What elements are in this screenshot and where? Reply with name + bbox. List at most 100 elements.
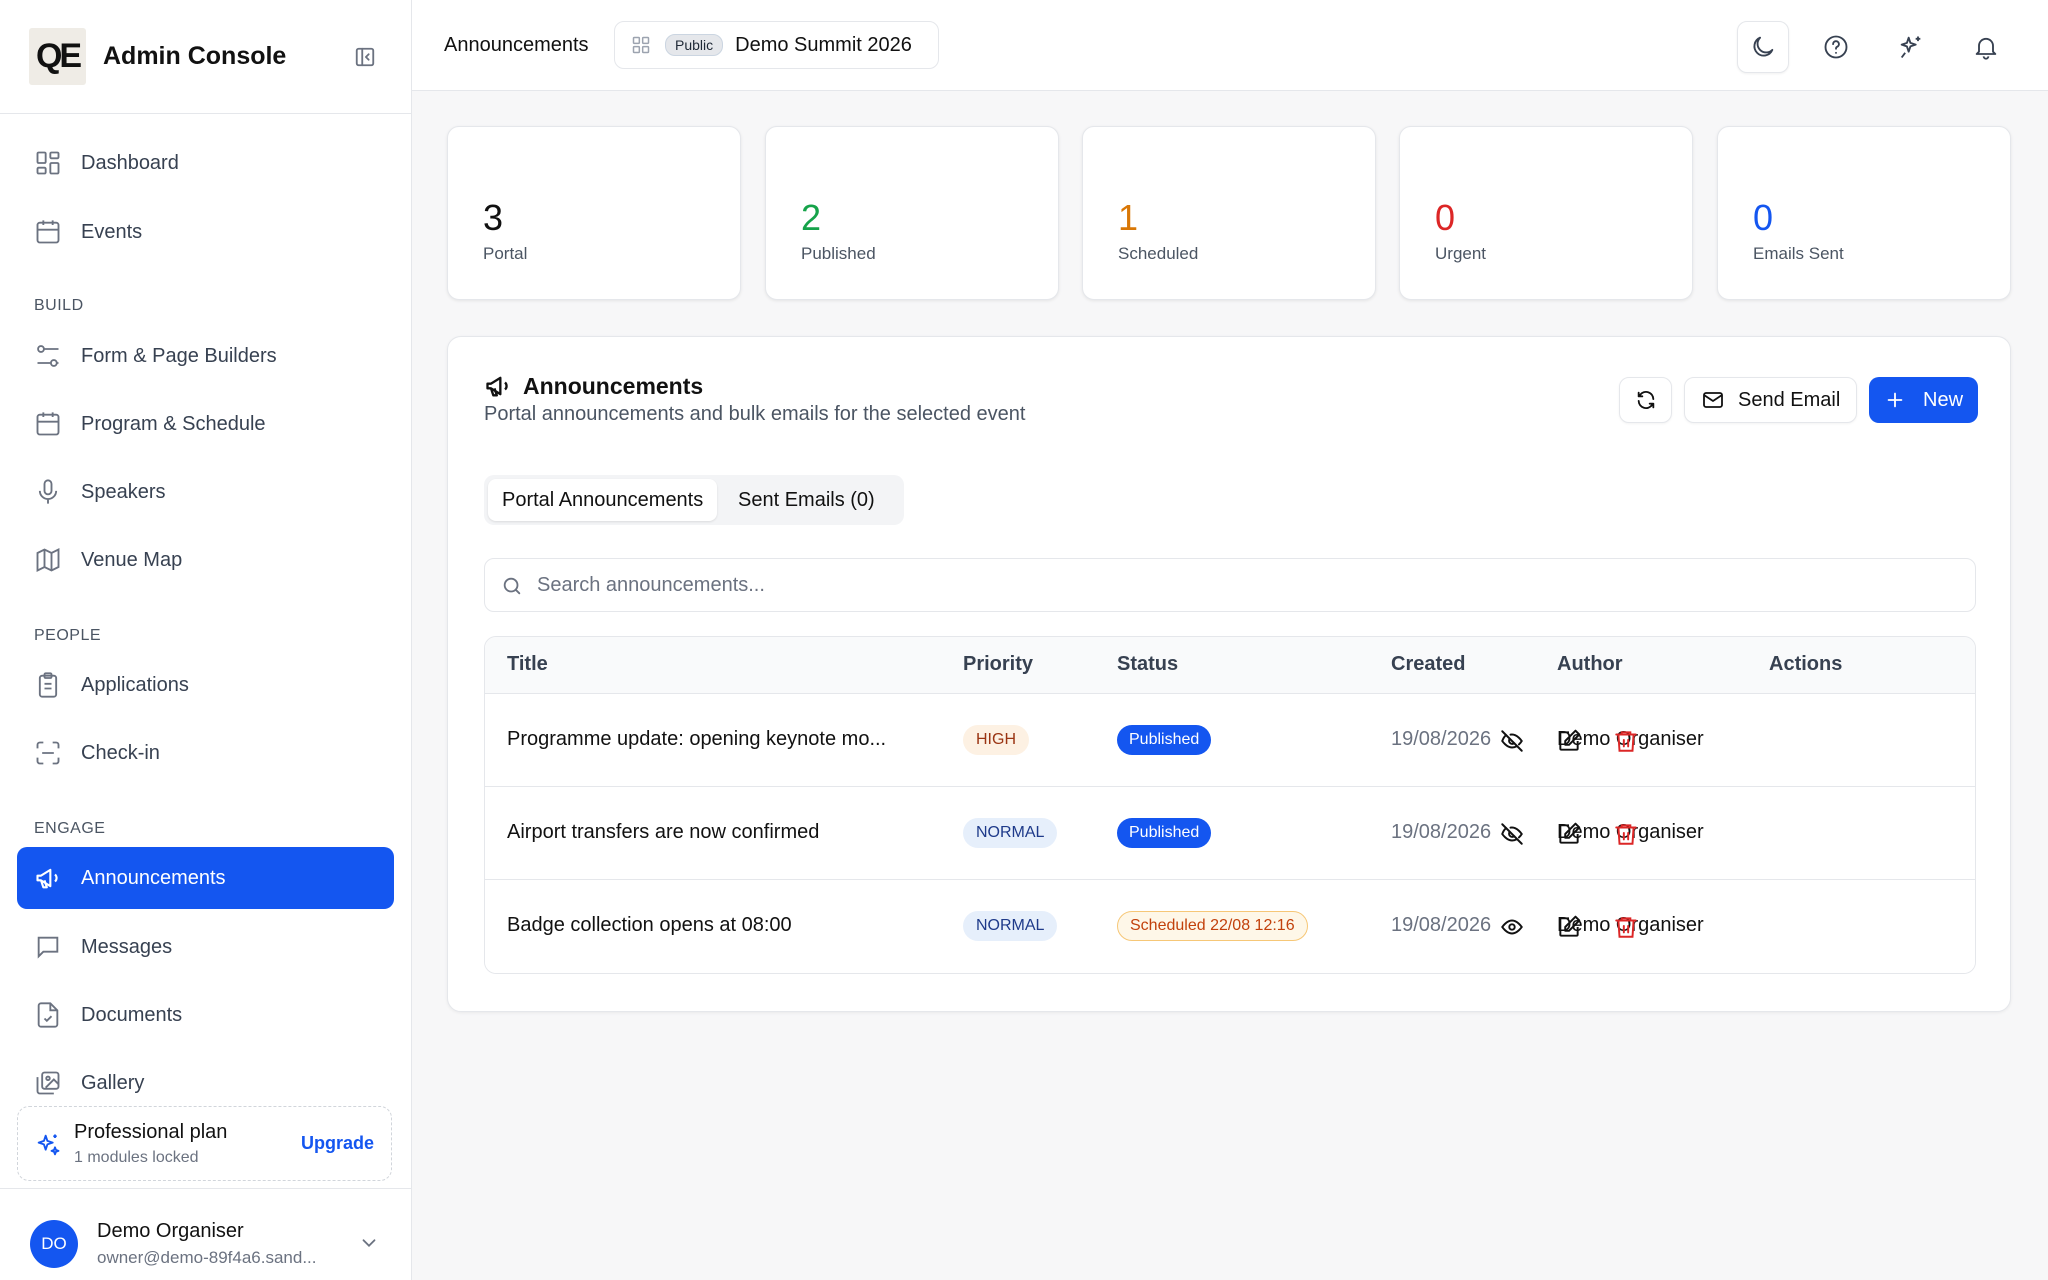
stat-label: Published (801, 244, 876, 263)
sidebar-item-check-in[interactable]: Check-in (17, 722, 394, 784)
tab-list: Portal Announcements Sent Emails (0) (484, 475, 904, 525)
refresh-icon (1637, 391, 1654, 409)
priority-badge: NORMAL (963, 911, 1058, 941)
sidebar-item-label: Form & Page Builders (81, 344, 277, 367)
sidebar-item-announcements[interactable]: Announcements (17, 847, 394, 909)
message-icon (37, 936, 59, 959)
column-header-priority: Priority (963, 653, 1034, 675)
priority-badge: NORMAL (963, 818, 1058, 848)
search-icon (503, 577, 521, 595)
trash-icon[interactable] (1613, 914, 1639, 940)
sidebar-item-label: Check-in (81, 741, 160, 764)
chevron-down-icon[interactable] (358, 1232, 380, 1254)
event-selector[interactable]: Public Demo Summit 2026 (614, 21, 939, 69)
announcements-table: Title Priority Status Created Author Act… (484, 636, 1976, 974)
user-email: owner@demo-89f4a6.sand... (97, 1248, 317, 1267)
stat-value: 3 (483, 197, 504, 238)
edit-icon[interactable] (1556, 914, 1582, 940)
sidebar-item-program[interactable]: Program & Schedule (17, 393, 394, 455)
trash-icon[interactable] (1613, 821, 1639, 847)
breadcrumb: Announcements (444, 34, 589, 56)
visibility-badge: Public (665, 34, 724, 56)
bell-icon (1975, 37, 1997, 60)
sidebar-item-events[interactable]: Events (17, 201, 394, 263)
stat-card-scheduled: 1 Scheduled (1082, 126, 1376, 300)
search-input[interactable] (537, 567, 1957, 603)
scan-icon (36, 741, 60, 765)
sidebar-item-label: Messages (81, 935, 173, 958)
sidebar-item-label: Documents (81, 1003, 183, 1026)
plan-name: Professional plan (74, 1121, 228, 1143)
announcement-title: Airport transfers are now confirmed (507, 821, 820, 843)
sidebar-item-gallery[interactable]: Gallery (17, 1052, 394, 1114)
theme-toggle-button[interactable] (1737, 21, 1789, 73)
sidebar-item-dashboard[interactable]: Dashboard (17, 132, 394, 194)
plan-detail: 1 modules locked (74, 1149, 199, 1166)
send-email-button[interactable]: Send Email (1684, 377, 1857, 423)
sidebar-item-messages[interactable]: Messages (17, 916, 394, 978)
panel-title: Announcements (523, 373, 704, 399)
sparkles-icon (1900, 36, 1921, 59)
stat-label: Scheduled (1118, 244, 1199, 263)
stat-label: Urgent (1435, 244, 1487, 263)
ai-assistant-button[interactable] (1885, 21, 1937, 73)
refresh-button[interactable] (1619, 377, 1672, 423)
column-header-author: Author (1557, 653, 1623, 675)
upgrade-link[interactable]: Upgrade (301, 1133, 374, 1154)
sidebar: QE Admin Console Dashboard Events BUILD … (0, 0, 412, 1280)
eye-off-icon[interactable] (1499, 728, 1525, 754)
status-badge: Published (1117, 725, 1212, 755)
send-email-label: Send Email (1738, 388, 1841, 411)
column-header-created: Created (1391, 653, 1466, 675)
announcements-panel: Announcements Portal announcements and b… (447, 336, 2011, 1012)
megaphone-icon (36, 868, 58, 889)
trash-icon[interactable] (1613, 728, 1639, 754)
section-label-engage: ENGAGE (34, 820, 106, 837)
stat-card-emails-sent: 0 Emails Sent (1717, 126, 2011, 300)
new-announcement-button[interactable]: New (1869, 377, 1978, 423)
sidebar-item-label: Gallery (81, 1071, 145, 1094)
sidebar-item-label: Speakers (81, 480, 166, 503)
tab-sent-emails[interactable]: Sent Emails (0) (724, 479, 889, 521)
table-header: Title Priority Status Created Author Act… (485, 637, 1975, 694)
sidebar-item-venue-map[interactable]: Venue Map (17, 529, 394, 591)
sidebar-item-label: Venue Map (81, 548, 183, 571)
user-name: Demo Organiser (97, 1220, 244, 1242)
tab-portal-announcements[interactable]: Portal Announcements (488, 479, 718, 521)
column-header-actions: Actions (1769, 653, 1843, 675)
stat-label: Portal (483, 244, 528, 263)
stat-card-urgent: 0 Urgent (1399, 126, 1693, 300)
help-button[interactable] (1810, 21, 1862, 73)
sidebar-item-form-builders[interactable]: Form & Page Builders (17, 325, 394, 387)
sidebar-item-documents[interactable]: Documents (17, 984, 394, 1046)
stat-card-portal: 3 Portal (447, 126, 741, 300)
moon-icon (1753, 36, 1774, 57)
priority-badge: HIGH (963, 725, 1029, 755)
event-name: Demo Summit 2026 (735, 33, 912, 56)
collapse-sidebar-icon[interactable] (354, 46, 376, 68)
stat-value: 1 (1118, 197, 1139, 238)
help-icon (1824, 35, 1848, 59)
app-logo: QE (29, 28, 86, 85)
images-icon (36, 1071, 60, 1095)
sidebar-item-speakers[interactable]: Speakers (17, 461, 394, 523)
sparkles-icon (37, 1134, 60, 1156)
created-date: 19/08/2026 (1391, 728, 1492, 750)
sidebar-item-applications[interactable]: Applications (17, 654, 394, 716)
calendar-icon (36, 220, 60, 244)
notifications-button[interactable] (1960, 21, 2012, 73)
eye-icon[interactable] (1499, 914, 1525, 940)
table-row[interactable]: Programme update: opening keynote mo... … (485, 694, 1975, 787)
table-row[interactable]: Airport transfers are now confirmed NORM… (485, 787, 1975, 880)
user-menu[interactable]: DO Demo Organiser owner@demo-89f4a6.sand… (0, 1188, 411, 1280)
sliders-icon (37, 345, 59, 367)
edit-icon[interactable] (1556, 728, 1582, 754)
status-badge: Published (1117, 818, 1212, 848)
created-date: 19/08/2026 (1391, 914, 1492, 936)
edit-icon[interactable] (1556, 821, 1582, 847)
panel-subtitle: Portal announcements and bulk emails for… (484, 403, 1026, 425)
section-label-people: PEOPLE (34, 627, 102, 644)
stat-card-published: 2 Published (765, 126, 1059, 300)
eye-off-icon[interactable] (1499, 821, 1525, 847)
table-row[interactable]: Badge collection opens at 08:00 NORMAL S… (485, 880, 1975, 973)
